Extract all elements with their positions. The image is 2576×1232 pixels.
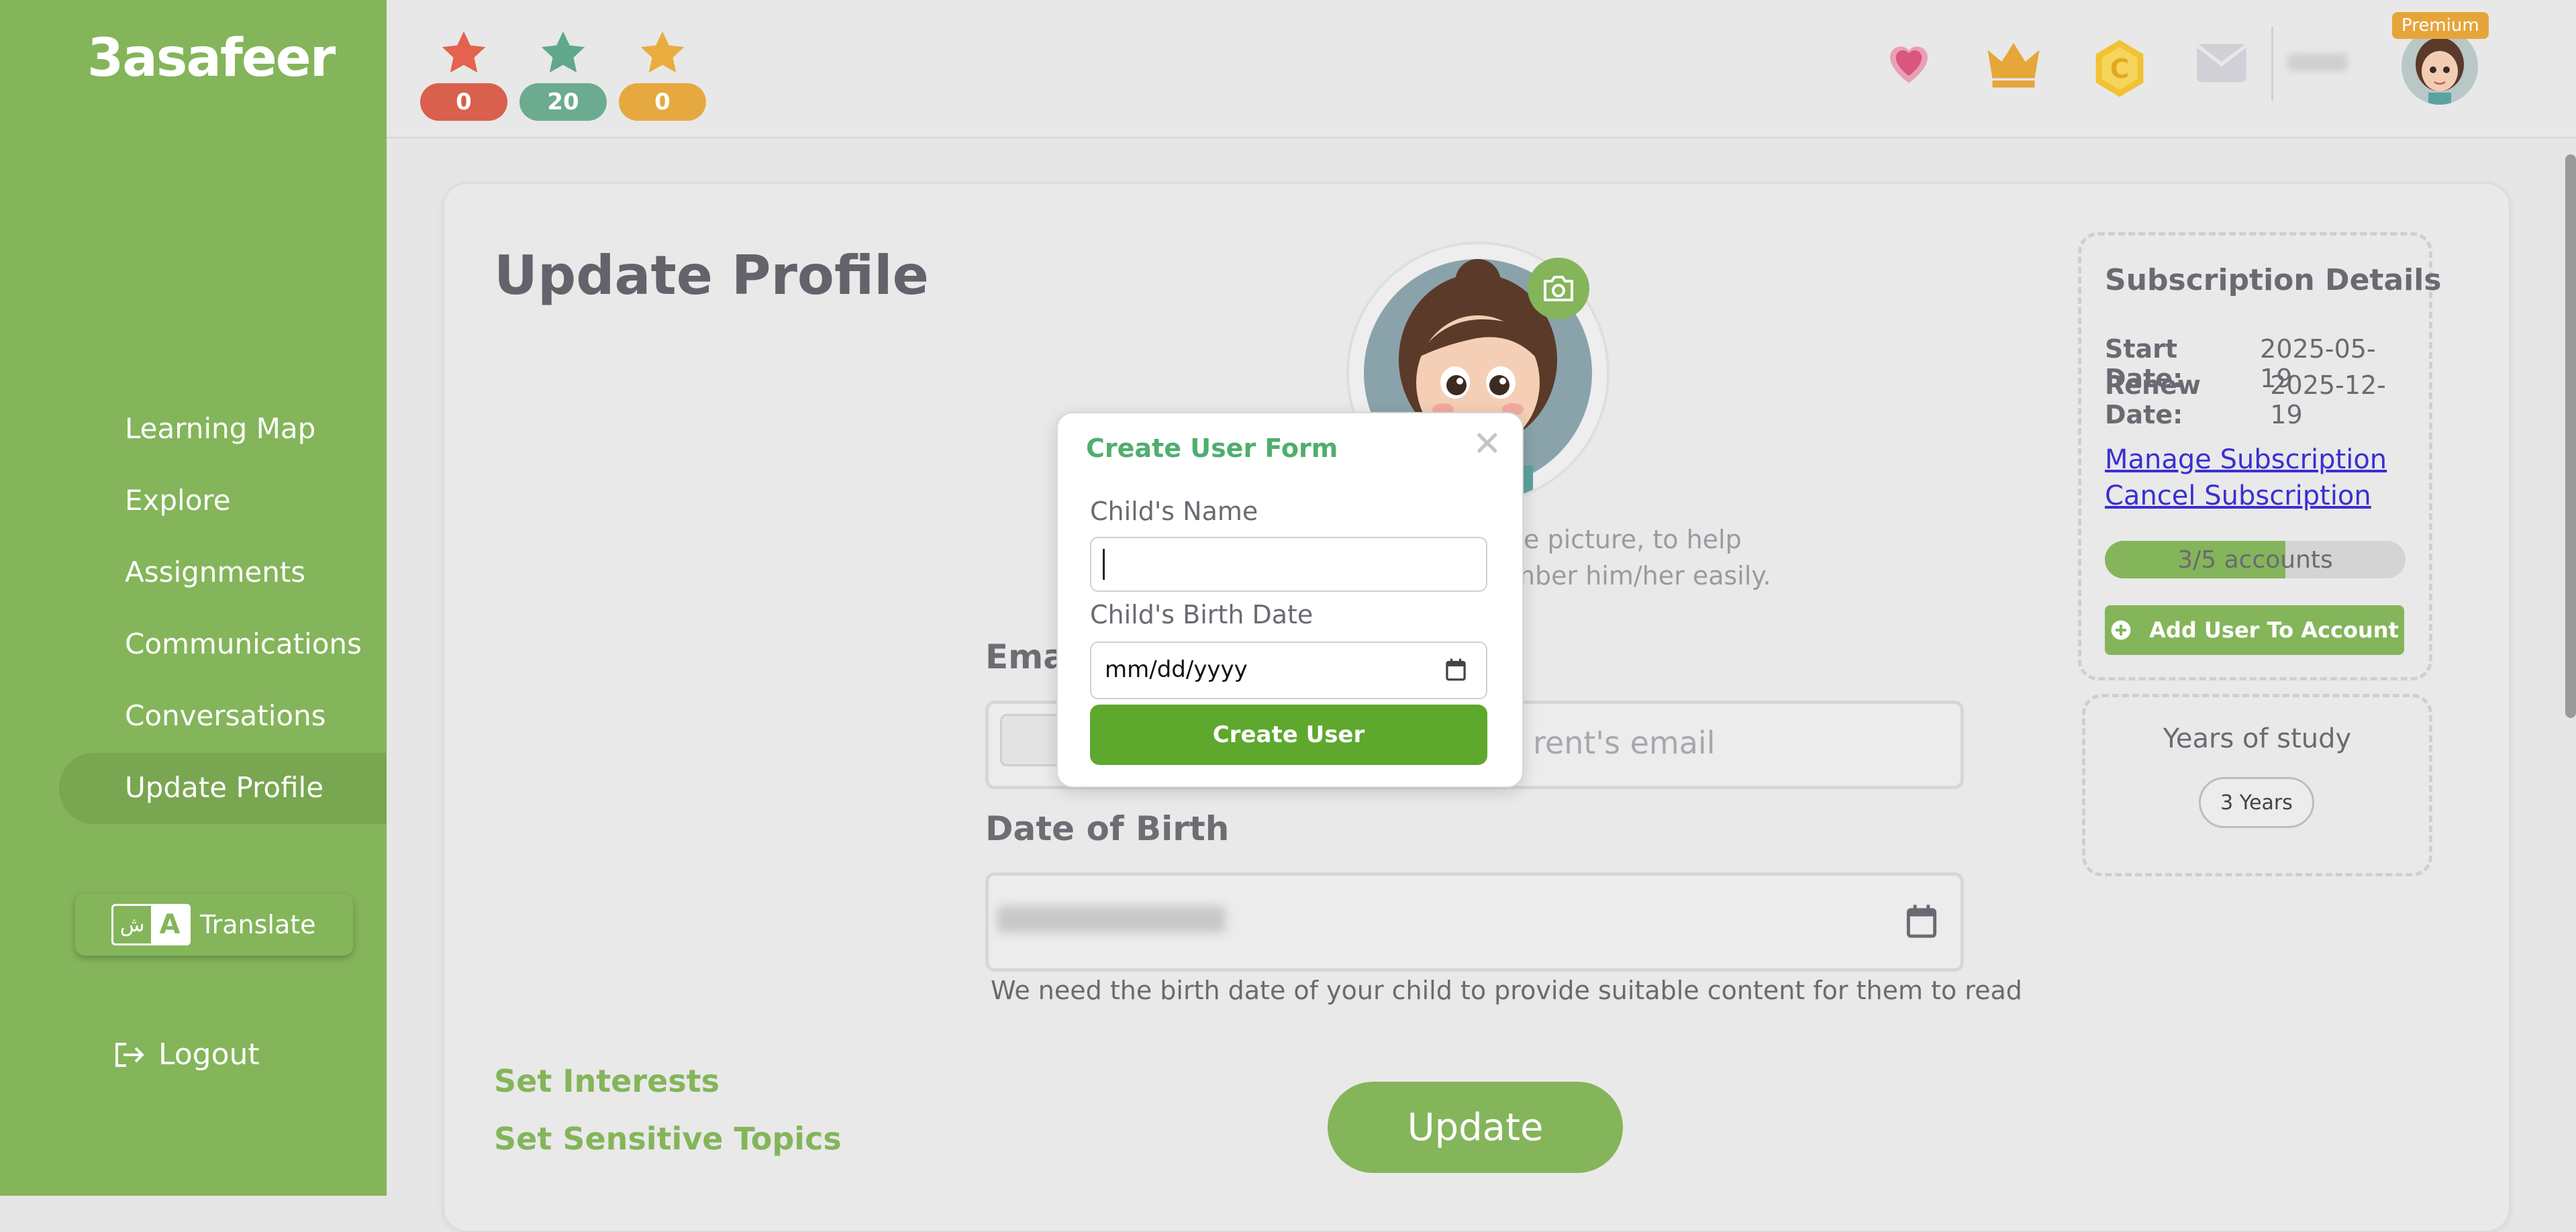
renew-date-label: Renew Date: <box>2105 370 2201 429</box>
update-button[interactable]: Update <box>1328 1082 1623 1173</box>
sidebar-item-update-profile[interactable]: Update Profile <box>125 771 324 804</box>
logout-label: Logout <box>158 1037 260 1072</box>
mail-icon[interactable] <box>2195 42 2248 85</box>
email-label: Ema <box>985 637 1066 676</box>
coin-icon[interactable]: C <box>2090 38 2149 99</box>
red-star-icon <box>442 31 486 73</box>
photo-hint-line2: mber him/her easily. <box>1510 561 1771 591</box>
renew-date-value: 2025-12-19 <box>2270 370 2386 429</box>
logout-icon <box>115 1042 144 1067</box>
avatar-girl-icon <box>2401 28 2478 105</box>
cancel-subscription-link[interactable]: Cancel Subscription <box>2105 480 2371 511</box>
red-star-count: 0 <box>420 83 507 121</box>
years-of-study-title: Years of study <box>2163 723 2352 754</box>
set-interests-link[interactable]: Set Interests <box>494 1063 720 1099</box>
sidebar-item-assignments[interactable]: Assignments <box>125 556 305 588</box>
green-star-icon <box>541 31 585 73</box>
modal-calendar-icon[interactable] <box>1444 658 1467 682</box>
page-title: Update Profile <box>494 244 929 307</box>
dob-value-redacted <box>997 906 1226 933</box>
translate-label: Translate <box>200 910 316 939</box>
manage-subscription-link[interactable]: Manage Subscription <box>2105 444 2387 475</box>
green-star-counter[interactable]: 20 <box>519 28 607 122</box>
child-name-input[interactable] <box>1090 537 1487 592</box>
sidebar: 3asafeer Learning Map Explore Assignment… <box>0 0 387 1196</box>
app-logo[interactable]: 3asafeer <box>87 28 336 89</box>
text-cursor <box>1103 549 1105 580</box>
add-user-button[interactable]: Add User To Account <box>2105 605 2404 655</box>
add-user-label: Add User To Account <box>2149 617 2399 643</box>
green-star-count: 20 <box>519 83 607 121</box>
plus-circle-icon <box>2111 620 2131 640</box>
change-photo-button[interactable] <box>1528 258 1589 319</box>
child-birth-date-label: Child's Birth Date <box>1090 600 1314 629</box>
sidebar-item-learning-map[interactable]: Learning Map <box>125 412 315 445</box>
page-scrollbar[interactable] <box>2565 154 2576 718</box>
top-bar: 0 20 0 C <box>387 0 2576 138</box>
logout-button[interactable]: Logout <box>113 1037 260 1072</box>
birth-date-placeholder: mm/dd/yyyy <box>1105 656 1248 683</box>
crown-icon[interactable] <box>1983 34 2044 90</box>
years-of-study-chip[interactable]: 3 Years <box>2199 777 2314 828</box>
gold-star-icon <box>640 31 685 73</box>
accounts-progress-bar: 3/5 accounts <box>2105 541 2406 578</box>
modal-title: Create User Form <box>1086 433 1338 463</box>
user-avatar[interactable] <box>2401 28 2478 105</box>
heart-icon[interactable] <box>1881 34 1937 90</box>
renew-date-row: Renew Date: 2025-12-19 <box>2105 370 2404 429</box>
photo-hint-line1: e picture, to help <box>1524 525 1742 554</box>
child-name-label: Child's Name <box>1090 497 1258 526</box>
username-redacted <box>2287 54 2348 71</box>
subscription-title: Subscription Details <box>2105 263 2442 297</box>
close-icon[interactable]: ✕ <box>1473 424 1502 464</box>
camera-icon <box>1544 276 1573 301</box>
dob-label: Date of Birth <box>985 809 1230 848</box>
gold-star-count: 0 <box>619 83 706 121</box>
sidebar-item-communications[interactable]: Communications <box>125 627 362 660</box>
create-user-button[interactable]: Create User <box>1090 705 1487 765</box>
gold-star-counter[interactable]: 0 <box>619 28 706 122</box>
premium-badge: Premium <box>2392 12 2489 39</box>
birth-date-note: We need the birth date of your child to … <box>991 976 2022 1005</box>
accounts-progress-text: 3/5 accounts <box>2177 546 2333 574</box>
topbar-divider <box>2271 27 2273 101</box>
red-star-counter[interactable]: 0 <box>420 28 507 122</box>
translate-button[interactable]: ش A Translate <box>75 894 353 956</box>
set-sensitive-topics-link[interactable]: Set Sensitive Topics <box>494 1121 842 1157</box>
email-placeholder: rent's email <box>1533 725 1716 761</box>
translate-icon: ش A <box>111 904 191 945</box>
sidebar-item-explore[interactable]: Explore <box>125 484 231 517</box>
svg-text:C: C <box>2110 54 2130 85</box>
calendar-icon[interactable] <box>1905 903 1938 939</box>
sidebar-item-conversations[interactable]: Conversations <box>125 699 326 732</box>
